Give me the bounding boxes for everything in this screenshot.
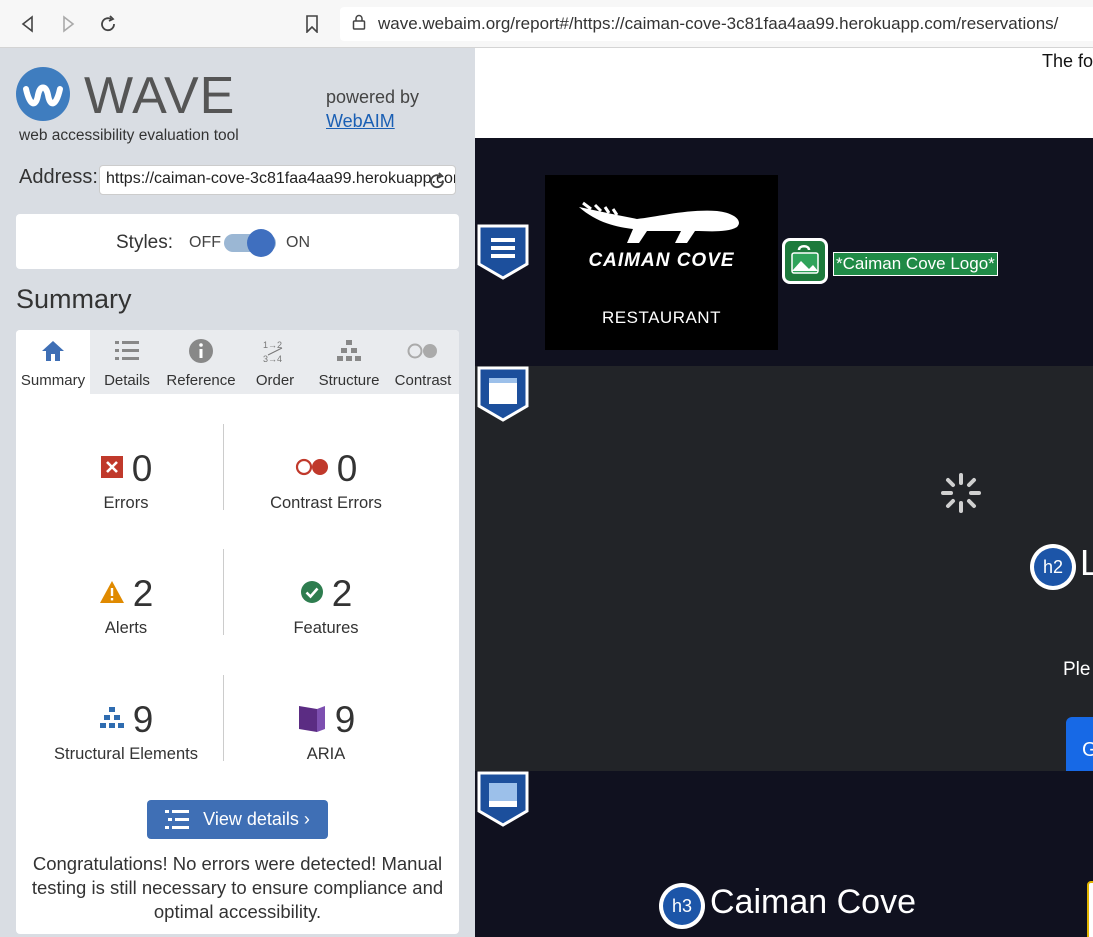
preview-footer-band: h3 Caiman Cove: [475, 771, 1093, 937]
errors-label: Errors: [103, 494, 149, 512]
summary-panel: Summary Details Reference 1→23→4 Order: [16, 330, 459, 934]
contrast-error-icon: [295, 458, 329, 481]
partial-element-edge: [1087, 881, 1093, 937]
tab-summary[interactable]: Summary: [16, 330, 90, 394]
styles-label: Styles:: [116, 232, 174, 253]
main-landmark-icon[interactable]: [477, 366, 529, 422]
stat-structural-elements[interactable]: 9 Structural Elements: [26, 699, 226, 764]
congrats-message: Congratulations! No errors were detected…: [31, 853, 444, 922]
logo-restaurant-text: RESTAURANT: [602, 308, 721, 327]
tab-contrast[interactable]: Contrast: [386, 330, 459, 394]
summary-heading: Summary: [16, 284, 132, 314]
alerts-count: 2: [132, 573, 154, 614]
view-details-label: View details ›: [203, 809, 310, 829]
contrast-icon: [386, 338, 459, 364]
view-details-button[interactable]: View details ›: [147, 800, 328, 839]
wave-logo-text: WAVE: [84, 67, 236, 125]
stat-errors[interactable]: 0 Errors: [26, 448, 226, 513]
svg-text:3→4: 3→4: [263, 354, 282, 364]
crocodile-icon: [579, 201, 739, 243]
list-icon: [90, 338, 164, 364]
structure-element-icon: [99, 706, 125, 735]
powered-by-text: powered by: [326, 87, 420, 107]
tab-structure[interactable]: Structure: [312, 330, 386, 394]
h2-heading-text: L: [1080, 542, 1093, 583]
powered-by: powered by WebAIM: [326, 85, 419, 133]
structure-icon: [312, 338, 386, 364]
stat-contrast-errors[interactable]: 0 Contrast Errors: [226, 448, 426, 513]
wave-subtitle: web accessibility evaluation tool: [19, 127, 239, 144]
address-label: Address:: [19, 166, 98, 188]
stat-alerts[interactable]: 2 Alerts: [26, 573, 226, 638]
styles-off-label: OFF: [189, 234, 221, 251]
features-label: Features: [293, 619, 359, 637]
tab-label: Order: [255, 372, 295, 389]
info-icon: [164, 338, 238, 364]
header-landmark-icon[interactable]: [477, 224, 529, 280]
reload-icon[interactable]: [428, 172, 446, 195]
region-landmark-icon[interactable]: [477, 771, 529, 827]
tab-label: Contrast: [394, 372, 452, 389]
tab-label: Summary: [20, 372, 86, 389]
h3-heading-text: Caiman Cove: [710, 883, 916, 921]
structural-count: 9: [132, 699, 154, 740]
tab-label: Structure: [318, 372, 380, 389]
tab-label: Details: [104, 372, 150, 389]
h3-badge-icon[interactable]: h3: [659, 883, 705, 929]
linked-image-icon[interactable]: [782, 238, 828, 284]
webaim-link[interactable]: WebAIM: [326, 111, 395, 131]
preview-top-text: The fo: [1041, 51, 1093, 71]
structural-label: Structural Elements: [54, 745, 198, 763]
features-count: 2: [331, 573, 353, 614]
home-icon: [16, 338, 90, 364]
list-icon: [165, 809, 190, 829]
wave-logo-icon: [16, 67, 70, 121]
forward-icon[interactable]: [56, 12, 80, 36]
h3-badge-label: h3: [663, 887, 701, 925]
restaurant-logo-image[interactable]: CAIMAN COVE RESTAURANT: [545, 175, 778, 350]
back-icon[interactable]: [16, 12, 40, 36]
stat-aria[interactable]: 9 ARIA: [226, 699, 426, 764]
contrast-errors-count: 0: [336, 448, 358, 489]
contrast-errors-label: Contrast Errors: [270, 494, 382, 512]
tab-label: Reference: [166, 372, 236, 389]
alerts-label: Alerts: [104, 619, 148, 637]
tab-bar: Summary Details Reference 1→23→4 Order: [16, 330, 459, 394]
preview-content-band: h2 L Ple G: [475, 366, 1093, 789]
address-bar[interactable]: wave.webaim.org/report#/https://caiman-c…: [340, 7, 1093, 41]
styles-toggle-box: Styles: OFF ON: [16, 214, 459, 269]
wave-sidebar: WAVE web accessibility evaluation tool p…: [0, 48, 475, 937]
browser-toolbar: wave.webaim.org/report#/https://caiman-c…: [0, 0, 1093, 48]
page-preview: The fo CAIMAN COVE RESTAURANT *Caiman Co…: [475, 48, 1093, 937]
tab-details[interactable]: Details: [90, 330, 164, 394]
errors-count: 0: [131, 448, 153, 489]
aria-label: ARIA: [306, 745, 346, 763]
tab-order[interactable]: 1→2 3→4 Order: [238, 330, 312, 394]
alt-text-label: *Caiman Cove Logo*: [833, 252, 998, 276]
refresh-icon[interactable]: [96, 12, 120, 36]
styles-on-label: ON: [286, 234, 310, 251]
alert-icon: [99, 580, 125, 609]
preview-header-band: CAIMAN COVE RESTAURANT *Caiman Cove Logo…: [475, 138, 1093, 366]
logo-name-text: CAIMAN COVE: [588, 250, 735, 271]
h2-badge-label: h2: [1034, 548, 1072, 586]
aria-icon: [297, 703, 327, 738]
stat-features[interactable]: 2 Features: [226, 573, 426, 638]
url-text: wave.webaim.org/report#/https://caiman-c…: [378, 14, 1059, 33]
error-icon: [100, 455, 124, 484]
preview-paragraph: Ple: [1063, 659, 1091, 680]
loading-spinner-icon: [940, 472, 982, 519]
bookmark-icon[interactable]: [300, 12, 324, 36]
styles-toggle-knob[interactable]: [247, 229, 275, 257]
order-icon: 1→2 3→4: [238, 338, 312, 364]
address-input[interactable]: https://caiman-cove-3c81faa4aa99.herokua…: [99, 165, 456, 195]
feature-icon: [300, 580, 324, 609]
h2-badge-icon[interactable]: h2: [1030, 544, 1076, 590]
svg-text:1→2: 1→2: [263, 340, 282, 350]
tab-reference[interactable]: Reference: [164, 330, 238, 394]
lock-icon: [352, 14, 366, 35]
aria-count: 9: [334, 699, 356, 740]
